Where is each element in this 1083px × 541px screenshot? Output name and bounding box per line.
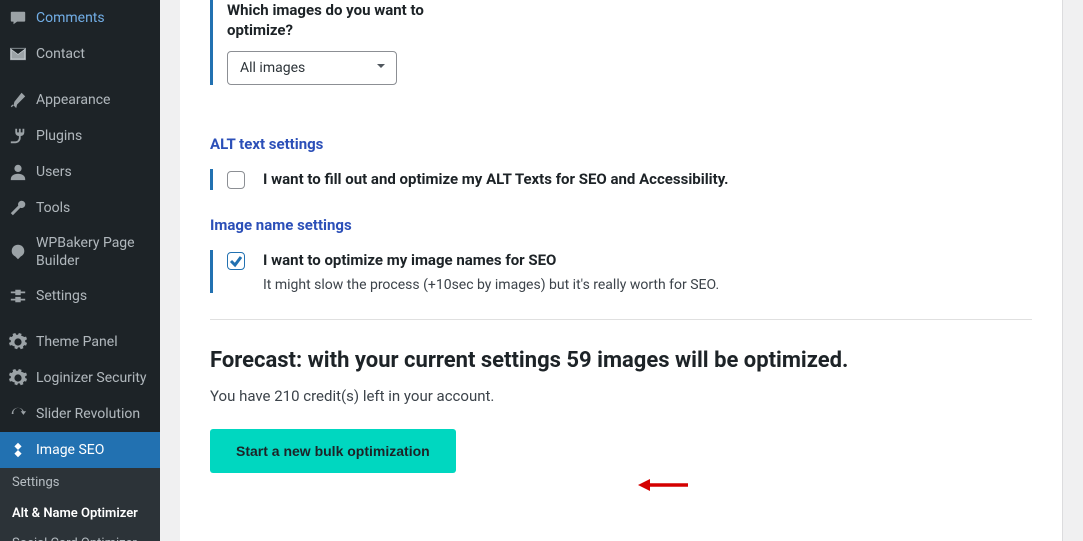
sidebar-item-label: Appearance [36,91,110,109]
brush-icon [8,90,28,110]
sidebar-item-image-seo[interactable]: Image SEO [0,432,160,468]
alt-section-title: ALT text settings [210,135,1032,153]
wpb-icon [8,242,28,262]
alt-checkbox[interactable] [227,171,245,189]
plug-icon [8,126,28,146]
optimize-question: Which images do you want to optimize? [227,0,477,41]
admin-sidebar: Comments Contact Appearance Plugins User… [0,0,160,541]
credits-text: You have 210 credit(s) left in your acco… [210,387,1032,405]
sidebar-item-label: Users [36,163,72,181]
optimize-select-wrapper: All images [227,51,397,85]
sidebar-item-contact[interactable]: Contact [0,36,160,72]
settings-icon [8,286,28,306]
name-checkbox-row: I want to optimize my image names for SE… [210,250,1032,293]
alt-checkbox-label: I want to fill out and optimize my ALT T… [263,169,729,190]
settings-panel: Which images do you want to optimize? Al… [180,0,1063,541]
sidebar-item-label: Slider Revolution [36,405,140,423]
sidebar-item-appearance[interactable]: Appearance [0,82,160,118]
sidebar-item-plugins[interactable]: Plugins [0,118,160,154]
sidebar-item-label: Theme Panel [36,333,118,351]
sidebar-item-loginizer[interactable]: Loginizer Security [0,360,160,396]
sidebar-item-tools[interactable]: Tools [0,190,160,226]
sidebar-item-theme-panel[interactable]: Theme Panel [0,324,160,360]
content-area: Which images do you want to optimize? Al… [160,0,1083,541]
image-seo-submenu: Settings Alt & Name Optimizer Social Car… [0,468,160,541]
mail-icon [8,44,28,64]
sidebar-item-comments[interactable]: Comments [0,0,160,36]
select-value: All images [240,60,305,76]
sidebar-item-label: WPBakery Page Builder [36,234,152,270]
gear-icon [8,332,28,352]
sidebar-item-label: Tools [36,199,70,217]
sidebar-item-wpbakery[interactable]: WPBakery Page Builder [0,226,160,278]
start-bulk-button[interactable]: Start a new bulk optimization [210,429,456,473]
divider [210,319,1032,320]
name-checkbox-desc: It might slow the process (+10sec by ima… [263,277,719,293]
submenu-alt-name-optimizer[interactable]: Alt & Name Optimizer [0,499,160,529]
sidebar-item-label: Settings [36,287,87,305]
sidebar-item-label: Loginizer Security [36,369,147,387]
sidebar-item-settings[interactable]: Settings [0,278,160,314]
optimize-images-field: Which images do you want to optimize? Al… [210,0,1032,85]
wrench-icon [8,198,28,218]
sidebar-item-label: Plugins [36,127,82,145]
alt-checkbox-row: I want to fill out and optimize my ALT T… [210,169,1032,190]
name-checkbox[interactable] [227,252,245,270]
comment-icon [8,8,28,28]
user-icon [8,162,28,182]
sidebar-item-label: Image SEO [36,441,104,459]
submenu-social-card-optimizer[interactable]: Social Card Optimizer [0,529,160,541]
gear-icon [8,368,28,388]
submenu-settings[interactable]: Settings [0,468,160,498]
sidebar-item-label: Contact [36,45,85,63]
optimize-images-select[interactable]: All images [227,51,397,85]
forecast-title: Forecast: with your current settings 59 … [210,348,1032,373]
sidebar-item-label: Comments [36,9,105,27]
sidebar-item-slider-revolution[interactable]: Slider Revolution [0,396,160,432]
imageseo-icon [8,440,28,460]
sidebar-item-users[interactable]: Users [0,154,160,190]
name-checkbox-label: I want to optimize my image names for SE… [263,250,719,271]
refresh-icon [8,404,28,424]
name-section-title: Image name settings [210,216,1032,234]
